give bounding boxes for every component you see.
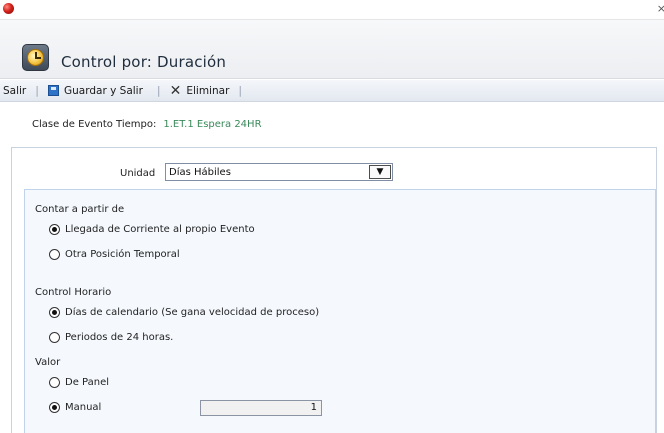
page-title: Control por: Duración (61, 53, 227, 71)
radio-label: Manual (65, 402, 102, 413)
radio-button[interactable] (49, 402, 60, 413)
main-content: Clase de Evento Tiempo: 1.ET.1 Espera 24H… (0, 103, 664, 433)
manual-value-input[interactable]: 1 (200, 400, 322, 416)
close-icon[interactable]: × (657, 2, 664, 15)
exit-button[interactable]: Salir (3, 85, 26, 97)
toolbar-separator: | (238, 84, 243, 97)
save-exit-button[interactable]: Guardar y Salir (47, 84, 143, 97)
radio-button[interactable] (49, 249, 60, 260)
options-panel: Contar a partir de Llegada de Corriente … (24, 189, 656, 433)
toolbar: Salir | Guardar y Salir | ✕ Eliminar | (0, 80, 664, 102)
contar-label: Contar a partir de (35, 204, 125, 215)
radio-button[interactable] (49, 307, 60, 318)
control-horario-label: Control Horario (35, 287, 112, 298)
save-exit-label: Guardar y Salir (63, 84, 143, 97)
unidad-selected-value: Días Hábiles (169, 166, 231, 178)
radio-valor-manual[interactable]: Manual (49, 402, 101, 413)
radio-contar-llegada[interactable]: Llegada de Corriente al propio Evento (49, 224, 255, 235)
toolbar-separator: | (156, 84, 161, 97)
delete-label: Eliminar (186, 84, 230, 97)
event-class-label: Clase de Evento Tiempo: (32, 119, 157, 130)
radio-button[interactable] (49, 224, 60, 235)
page-header: Control por: Duración (0, 20, 664, 79)
radio-label: Periodos de 24 horas. (65, 332, 174, 343)
clock-icon (22, 44, 49, 71)
app-icon (3, 3, 14, 14)
chevron-down-icon[interactable]: ▼ (369, 165, 391, 179)
radio-horario-24h[interactable]: Periodos de 24 horas. (49, 332, 173, 343)
event-class-value: 1.ET.1 Espera 24HR (163, 119, 262, 130)
radio-horario-calendario[interactable]: Días de calendario (Se gana velocidad de… (49, 307, 319, 318)
window-titlebar: × (0, 0, 664, 20)
event-class-row: Clase de Evento Tiempo: 1.ET.1 Espera 24H… (32, 119, 262, 130)
radio-valor-panel[interactable]: De Panel (49, 377, 109, 388)
unidad-select[interactable]: Días Hábiles ▼ (165, 163, 393, 181)
valor-label: Valor (35, 357, 61, 368)
save-icon (47, 85, 59, 96)
radio-button[interactable] (49, 332, 60, 343)
exit-label: Salir (3, 84, 27, 97)
radio-contar-otra[interactable]: Otra Posición Temporal (49, 249, 180, 260)
delete-button[interactable]: ✕ Eliminar (170, 84, 230, 98)
radio-label: Llegada de Corriente al propio Evento (65, 224, 255, 235)
settings-card: Unidad Días Hábiles ▼ Contar a partir de… (11, 147, 657, 433)
radio-label: Días de calendario (Se gana velocidad de… (65, 307, 320, 318)
radio-button[interactable] (49, 377, 60, 388)
radio-label: Otra Posición Temporal (65, 249, 180, 260)
unidad-label: Unidad (120, 168, 156, 179)
toolbar-separator: | (35, 84, 39, 97)
delete-icon: ✕ (169, 82, 182, 99)
radio-label: De Panel (65, 377, 110, 388)
